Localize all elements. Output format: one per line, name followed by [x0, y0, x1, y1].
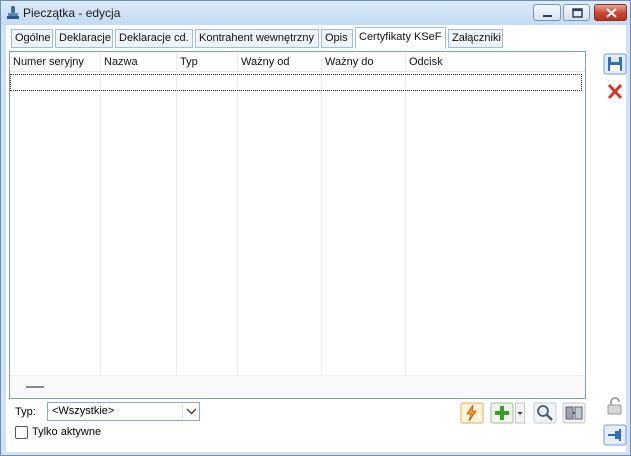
cancel-button[interactable]	[603, 81, 627, 103]
type-filter-label: Typ:	[15, 406, 36, 418]
grid-header: Numer seryjny Nazwa Typ Ważny od Ważny d…	[10, 52, 585, 72]
type-filter-value: <Wszystkie>	[52, 405, 115, 417]
lightning-icon	[460, 402, 484, 424]
pin-button[interactable]	[603, 424, 627, 446]
magnifier-icon	[533, 402, 557, 424]
close-icon	[606, 8, 617, 18]
lock-button[interactable]	[603, 395, 627, 417]
save-button[interactable]	[603, 53, 627, 75]
type-filter-select[interactable]: <Wszystkie>	[47, 402, 200, 421]
column-divider	[237, 52, 238, 375]
minimize-icon	[543, 15, 552, 17]
tab-opis[interactable]: Opis	[321, 29, 353, 48]
lock-open-icon	[607, 397, 622, 415]
generate-button[interactable]	[460, 402, 484, 424]
add-button[interactable]	[490, 402, 514, 424]
tab-zalaczniki[interactable]: Załączniki	[448, 29, 503, 48]
title-bar[interactable]: Pieczątka - edycja	[1, 1, 630, 25]
close-window-button[interactable]	[594, 4, 627, 21]
minimize-button[interactable]	[533, 4, 561, 21]
archive-icon	[562, 402, 586, 424]
preview-button[interactable]	[533, 402, 557, 424]
column-header-odcisk[interactable]: Odcisk	[409, 56, 443, 68]
chevron-down-icon	[186, 408, 197, 415]
tab-kontrahent-wewnetrzny[interactable]: Kontrahent wewnętrzny	[195, 29, 319, 48]
close-icon	[607, 83, 623, 100]
horizontal-scrollbar[interactable]	[10, 375, 585, 398]
column-divider	[176, 52, 177, 375]
chevron-down-icon	[515, 402, 525, 424]
pin-icon	[603, 424, 627, 446]
save-icon	[603, 53, 627, 75]
maximize-icon	[572, 8, 583, 18]
tab-deklaracje-cd[interactable]: Deklaracje cd.	[115, 29, 193, 48]
column-divider	[321, 52, 322, 375]
tab-ogolne[interactable]: Ogólne	[11, 29, 53, 48]
archive-button[interactable]	[562, 402, 586, 424]
only-active-checkbox[interactable]	[15, 426, 28, 439]
column-header-nazwa[interactable]: Nazwa	[104, 56, 138, 68]
column-divider	[405, 52, 406, 375]
selected-empty-row[interactable]	[10, 74, 582, 91]
tab-deklaracje[interactable]: Deklaracje	[55, 29, 113, 48]
column-divider	[100, 52, 101, 375]
add-dropdown-button[interactable]	[515, 402, 525, 424]
column-header-numer-seryjny[interactable]: Numer seryjny	[13, 56, 84, 68]
column-header-wazny-do[interactable]: Ważny do	[325, 56, 374, 68]
certificates-grid[interactable]: Numer seryjny Nazwa Typ Ważny od Ważny d…	[9, 51, 586, 399]
column-header-typ[interactable]: Typ	[180, 56, 198, 68]
only-active-label: Tylko aktywne	[32, 426, 102, 438]
plus-icon	[490, 402, 514, 424]
scrollbar-thumb[interactable]	[26, 386, 44, 388]
column-header-wazny-od[interactable]: Ważny od	[241, 56, 290, 68]
window-content: Ogólne Deklaracje Deklaracje cd. Kontrah…	[6, 25, 627, 452]
edit-window: Pieczątka - edycja Ogólne Deklaracje Dek…	[0, 0, 631, 456]
maximize-button[interactable]	[563, 4, 590, 21]
window-title: Pieczątka - edycja	[23, 6, 121, 20]
stamp-icon	[7, 6, 19, 19]
tab-certyfikaty-ksef[interactable]: Certyfikaty KSeF	[355, 27, 446, 49]
dropdown-arrow[interactable]	[182, 403, 199, 420]
